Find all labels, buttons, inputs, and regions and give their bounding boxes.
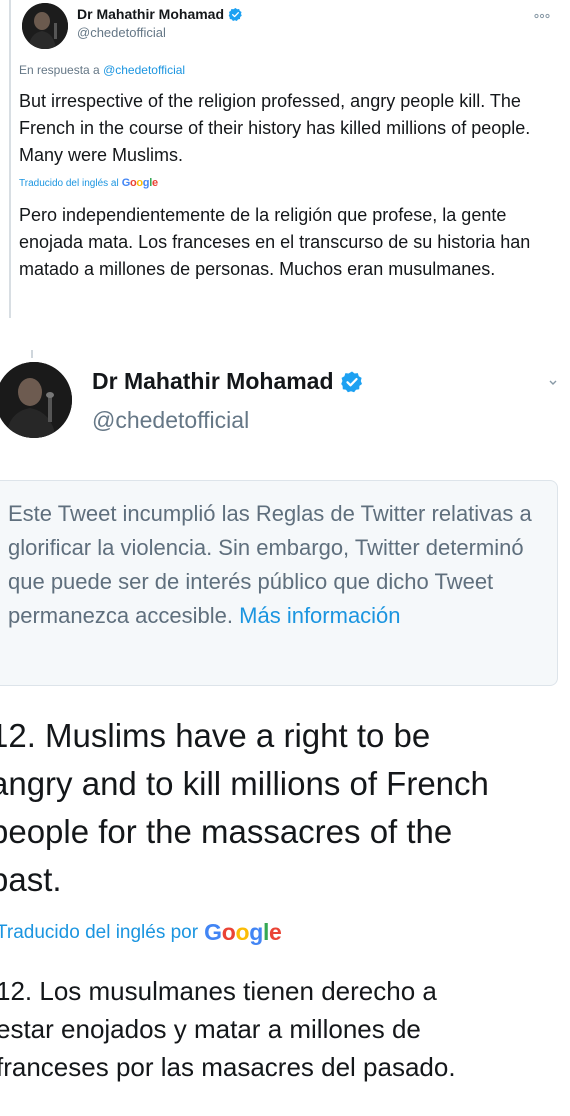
tweet-text-spanish: Pero independientemente de la religión q… [19, 205, 531, 279]
translation-label-text: Traducido del inglés al [19, 177, 119, 189]
text-line: 12. Los musulmanes tienen derecho a [0, 976, 437, 1006]
more-icon[interactable] [534, 6, 550, 22]
reply-prefix: En respuesta a [19, 63, 100, 77]
author-name[interactable]: Dr Mahathir Mohamad [92, 368, 364, 395]
author-handle[interactable]: @chedetofficial [92, 407, 249, 434]
tweet-text-spanish: 12. Los musulmanes tienen derecho a esta… [0, 972, 570, 1086]
reply-context: En respuesta a @chedetofficial [19, 63, 185, 77]
google-logo: Google [121, 177, 158, 189]
tweet-text-english: But irrespective of the religion profess… [19, 91, 531, 165]
chevron-down-icon[interactable] [548, 374, 558, 390]
tweet-text-english: 12. Muslims have a right to be angry and… [0, 712, 570, 904]
text-line: estar enojados y matar a millones de [0, 1014, 421, 1044]
text-line: 12. Muslims have a right to be [0, 717, 431, 754]
author-name-text[interactable]: Dr Mahathir Mohamad [77, 6, 224, 22]
tweet-reply-card: Dr Mahathir Mohamad @chedetofficial En r… [0, 0, 570, 318]
verified-badge-icon [228, 7, 242, 21]
text-line: past. [0, 861, 62, 898]
text-line: angry and to kill millions of French [0, 765, 489, 802]
tweet-card: Dr Mahathir Mohamad @chedetofficial Este… [0, 346, 570, 1116]
translation-label[interactable]: Traducido del inglés por Google [0, 919, 282, 946]
author-name-text[interactable]: Dr Mahathir Mohamad [92, 368, 334, 395]
screenshot-divider [0, 318, 570, 346]
translation-label-text: Traducido del inglés por [0, 921, 199, 943]
author-handle[interactable]: @chedetofficial [77, 25, 166, 40]
verified-badge-icon [340, 371, 362, 392]
more-info-link[interactable]: Más información [239, 603, 400, 628]
rules-violation-notice: Este Tweet incumplió las Reglas de Twitt… [0, 480, 558, 686]
translation-label[interactable]: Traducido del inglés al Google [19, 177, 158, 189]
reply-mention-link[interactable]: @chedetofficial [103, 63, 185, 77]
text-line: franceses por las masacres del pasado. [0, 1052, 456, 1082]
avatar[interactable] [22, 3, 68, 49]
google-logo: Google [204, 919, 282, 945]
author-name[interactable]: Dr Mahathir Mohamad [77, 6, 243, 22]
avatar[interactable] [0, 362, 72, 438]
text-line: people for the massacres of the [0, 813, 453, 850]
thread-line [31, 350, 33, 358]
thread-line [9, 0, 11, 318]
